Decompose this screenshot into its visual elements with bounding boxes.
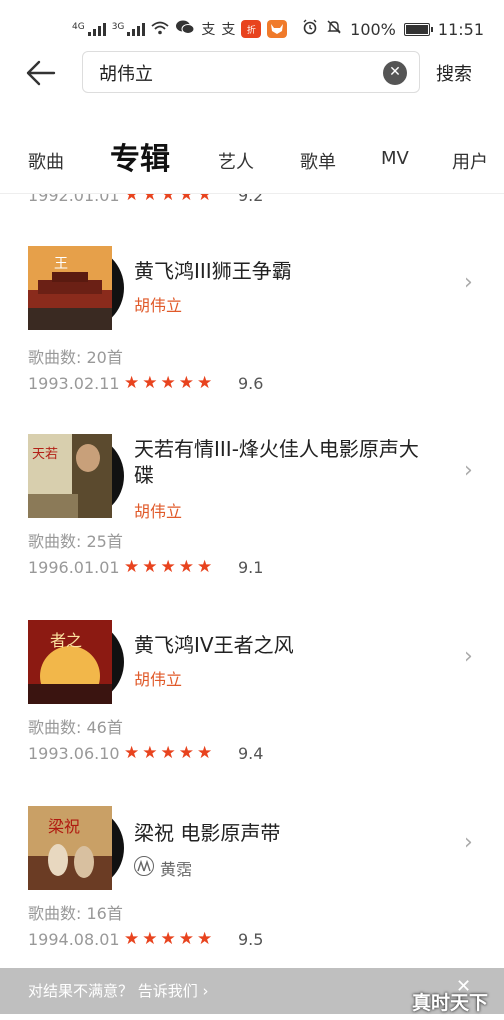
clock: 11:51 bbox=[437, 19, 484, 39]
rating-stars: ★★★★★ bbox=[124, 929, 216, 949]
rating-stars: ★★★★★ bbox=[124, 373, 216, 393]
album-item[interactable]: 者之 黄飞鸿IV王者之风 胡伟立 › 歌曲数: 46首 1993.06.10 ★… bbox=[0, 620, 504, 820]
rating-score: 9.2 bbox=[238, 194, 264, 205]
song-count: 歌曲数: 46首 bbox=[28, 718, 123, 737]
album-title: 黄飞鸿IV王者之风 bbox=[134, 633, 294, 657]
signal-label: 4G bbox=[72, 22, 85, 32]
album-item-partial[interactable]: 1992.01.01 ★★★★★ 9.2 bbox=[0, 194, 504, 206]
rating-score: 9.4 bbox=[238, 744, 264, 763]
clear-search-button[interactable]: ✕ bbox=[383, 61, 407, 85]
search-header: ✕ 搜索 bbox=[0, 50, 504, 96]
svg-text:王: 王 bbox=[54, 256, 68, 272]
alipay-icon: 支 bbox=[201, 22, 216, 38]
watermark: 真时天下 bbox=[412, 992, 489, 1014]
svg-text:天若: 天若 bbox=[32, 446, 58, 462]
album-artist[interactable]: 胡伟立 bbox=[134, 498, 182, 522]
tab-artists[interactable]: 艺人 bbox=[218, 148, 254, 174]
album-item[interactable]: 天若 天若有情III-烽火佳人电影原声大碟 胡伟立 › 歌曲数: 25首 199… bbox=[0, 434, 504, 634]
song-count: 歌曲数: 20首 bbox=[28, 348, 123, 367]
album-title: 黄飞鸿III狮王争霸 bbox=[134, 259, 292, 283]
alarm-icon bbox=[302, 19, 318, 39]
back-button[interactable] bbox=[26, 58, 58, 88]
svg-text:梁祝: 梁祝 bbox=[48, 817, 80, 836]
signal-label-2: 3G bbox=[111, 22, 125, 32]
fox-app-icon bbox=[267, 20, 288, 38]
album-item[interactable]: 梁祝 梁祝 电影原声带 黄霑 › 歌曲数: 16首 1994.08.01 ★★★… bbox=[0, 806, 504, 968]
chevron-right-icon: › bbox=[464, 270, 473, 295]
song-count: 歌曲数: 25首 bbox=[28, 532, 123, 551]
mute-icon bbox=[326, 19, 342, 39]
release-date: 1993.02.11 bbox=[28, 374, 120, 393]
tab-playlists[interactable]: 歌单 bbox=[300, 148, 336, 174]
rating-stars: ★★★★★ bbox=[124, 194, 216, 205]
wechat-icon bbox=[175, 19, 195, 39]
album-list: 1992.01.01 ★★★★★ 9.2 王 黄飞鸿III狮王争霸 胡伟立 › … bbox=[0, 194, 504, 968]
wifi-icon bbox=[151, 20, 169, 39]
alipay-icon-2: 支 bbox=[221, 22, 236, 38]
rating-stars: ★★★★★ bbox=[124, 743, 216, 763]
search-box[interactable]: ✕ bbox=[82, 51, 420, 93]
tab-users[interactable]: 用户 bbox=[452, 148, 488, 174]
album-cover[interactable]: 梁祝 bbox=[28, 806, 112, 890]
release-date: 1993.06.10 bbox=[28, 744, 120, 763]
search-button[interactable]: 搜索 bbox=[436, 60, 472, 86]
album-artist[interactable]: 胡伟立 bbox=[134, 666, 182, 690]
album-item[interactable]: 王 黄飞鸿III狮王争霸 胡伟立 › 歌曲数: 20首 1993.02.11 ★… bbox=[0, 246, 504, 446]
album-title: 天若有情III-烽火佳人电影原声大碟 bbox=[134, 437, 419, 487]
signal-icon: 4G bbox=[72, 22, 106, 36]
album-title: 梁祝 电影原声带 bbox=[134, 821, 281, 845]
tab-albums[interactable]: 专辑 bbox=[110, 134, 170, 178]
album-artist[interactable]: 胡伟立 bbox=[134, 292, 182, 316]
release-date: 1992.01.01 bbox=[28, 194, 120, 205]
tab-mv[interactable]: MV bbox=[381, 148, 409, 169]
chevron-right-icon: › bbox=[464, 830, 473, 855]
rating-stars: ★★★★★ bbox=[124, 557, 216, 577]
status-right: 100% 11:51 bbox=[302, 19, 484, 39]
release-date: 1994.08.01 bbox=[28, 930, 120, 949]
tab-songs[interactable]: 歌曲 bbox=[28, 148, 64, 174]
album-artist[interactable]: 黄霑 bbox=[160, 856, 192, 880]
status-left: 4G 3G 支 支 折 bbox=[72, 19, 288, 39]
rating-score: 9.6 bbox=[238, 374, 264, 393]
release-date: 1996.01.01 bbox=[28, 558, 120, 577]
category-tabs: 歌曲 专辑 艺人 歌单 MV 用户 bbox=[0, 128, 504, 188]
album-cover[interactable]: 王 bbox=[28, 246, 112, 330]
rating-score: 9.5 bbox=[238, 930, 264, 949]
rating-score: 9.1 bbox=[238, 558, 264, 577]
battery-icon bbox=[403, 22, 433, 36]
close-icon: ✕ bbox=[389, 64, 401, 80]
shopping-app-icon: 折 bbox=[241, 20, 262, 38]
album-cover[interactable]: 天若 bbox=[28, 434, 112, 518]
song-count: 歌曲数: 16首 bbox=[28, 904, 123, 923]
chevron-right-icon: › bbox=[464, 644, 473, 669]
album-cover[interactable]: 者之 bbox=[28, 620, 112, 704]
signal-icon-2: 3G bbox=[112, 22, 146, 36]
feedback-link[interactable]: 对结果不满意？ 告诉我们 › bbox=[28, 980, 209, 1001]
svg-text:者之: 者之 bbox=[50, 631, 82, 650]
search-input[interactable] bbox=[99, 61, 379, 85]
arrow-left-icon bbox=[26, 60, 56, 86]
chevron-right-icon: › bbox=[464, 458, 473, 483]
artist-avatar-icon bbox=[134, 856, 154, 876]
battery-percent: 100% bbox=[350, 19, 396, 39]
